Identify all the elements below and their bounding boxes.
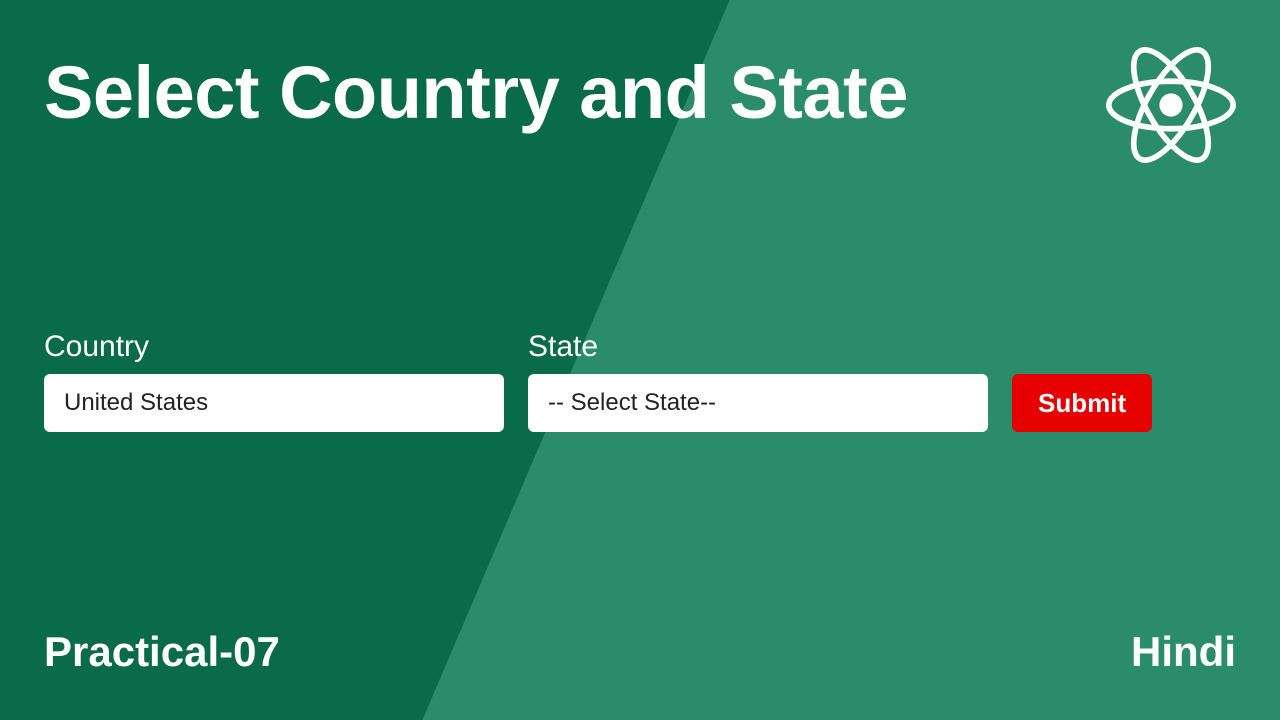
country-field: Country United States	[44, 330, 504, 432]
page-background: Select Country and State Country United …	[0, 0, 1280, 720]
state-select-value: -- Select State--	[548, 389, 716, 417]
submit-button[interactable]: Submit	[1012, 374, 1152, 432]
country-select-value: United States	[64, 389, 208, 417]
country-select[interactable]: United States	[44, 374, 504, 432]
footer-left-label: Practical-07	[44, 628, 280, 676]
page-title: Select Country and State	[44, 50, 908, 135]
form-row: Country United States State -- Select St…	[44, 330, 1152, 432]
state-label: State	[528, 330, 988, 364]
state-field: State -- Select State--	[528, 330, 988, 432]
footer-right-label: Hindi	[1131, 628, 1236, 676]
country-label: Country	[44, 330, 504, 364]
react-icon	[1106, 40, 1236, 170]
state-select[interactable]: -- Select State--	[528, 374, 988, 432]
